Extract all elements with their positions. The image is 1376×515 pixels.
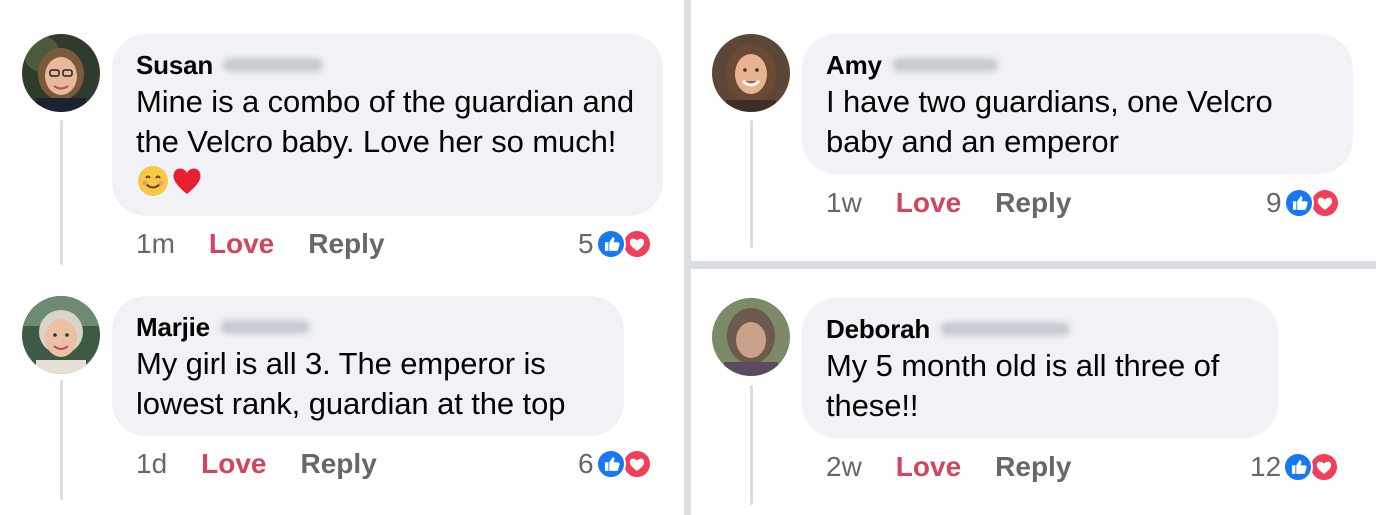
like-icon	[1283, 452, 1314, 482]
comment-bubble: Susan Mine is a combo of the guardian an…	[112, 34, 663, 216]
thread-line	[750, 385, 753, 505]
like-icon	[1283, 188, 1314, 218]
redacted-surname	[940, 322, 1071, 336]
redacted-surname	[891, 58, 998, 72]
avatar[interactable]	[712, 34, 790, 112]
commenter-name[interactable]: Deborah	[826, 314, 930, 345]
thread-line	[60, 380, 63, 500]
comment-text: My girl is all 3. The emperor is lowest …	[136, 346, 566, 421]
avatar[interactable]	[712, 298, 790, 376]
love-button[interactable]: Love	[209, 228, 274, 260]
love-button[interactable]: Love	[896, 187, 961, 219]
commenter-name[interactable]: Amy	[826, 50, 882, 81]
comment-bubble: Marjie My girl is all 3. The emperor is …	[112, 296, 624, 436]
comment-text: Mine is a combo of the guardian and the …	[136, 84, 634, 159]
reaction-summary[interactable]: 9	[1266, 183, 1340, 223]
comment-bubble: Amy I have two guardians, one Velcro bab…	[802, 34, 1353, 174]
reply-button[interactable]: Reply	[301, 448, 377, 480]
reply-button[interactable]: Reply	[995, 451, 1071, 483]
panel-divider-horizontal	[691, 261, 1376, 269]
reaction-summary[interactable]: 12	[1250, 447, 1340, 487]
reply-button[interactable]: Reply	[308, 228, 384, 260]
avatar[interactable]	[22, 34, 100, 112]
panel-divider-vertical	[684, 0, 691, 515]
thread-line	[750, 120, 753, 248]
heart-icon	[621, 449, 652, 479]
comment-time[interactable]: 2w	[826, 451, 862, 483]
thread-line	[60, 120, 63, 265]
comment-text: I have two guardians, one Velcro baby an…	[826, 84, 1273, 159]
heart-icon	[621, 229, 652, 259]
redacted-surname	[219, 320, 310, 334]
love-button[interactable]: Love	[201, 448, 266, 480]
comment-actions: 1m Love Reply	[136, 224, 385, 264]
reaction-count: 5	[578, 228, 594, 259]
comment-text: My 5 month old is all three of these!!	[826, 348, 1220, 423]
reaction-count: 12	[1250, 451, 1282, 482]
heart-icon	[1309, 452, 1340, 482]
reaction-summary[interactable]: 5	[578, 224, 652, 264]
comment-time[interactable]: 1m	[136, 228, 175, 260]
reaction-count: 9	[1266, 187, 1282, 218]
red-heart-emoji-icon	[170, 164, 204, 198]
heart-icon	[1309, 188, 1340, 218]
like-icon	[595, 229, 626, 259]
comment-time[interactable]: 1w	[826, 187, 862, 219]
comment-time[interactable]: 1d	[136, 448, 167, 480]
reaction-summary[interactable]: 6	[578, 444, 652, 484]
avatar[interactable]	[22, 296, 100, 374]
commenter-name[interactable]: Marjie	[136, 312, 210, 343]
reaction-count: 6	[578, 448, 594, 479]
redacted-surname	[223, 58, 324, 72]
commenter-name[interactable]: Susan	[136, 50, 213, 81]
smiling-face-emoji-icon	[136, 164, 170, 198]
like-icon	[595, 449, 626, 479]
comment-bubble: Deborah My 5 month old is all three of t…	[802, 298, 1278, 438]
reply-button[interactable]: Reply	[995, 187, 1071, 219]
comment-actions: 1d Love Reply	[136, 444, 377, 484]
love-button[interactable]: Love	[896, 451, 961, 483]
comment-actions: 2w Love Reply	[826, 447, 1071, 487]
comment-actions: 1w Love Reply	[826, 183, 1071, 223]
